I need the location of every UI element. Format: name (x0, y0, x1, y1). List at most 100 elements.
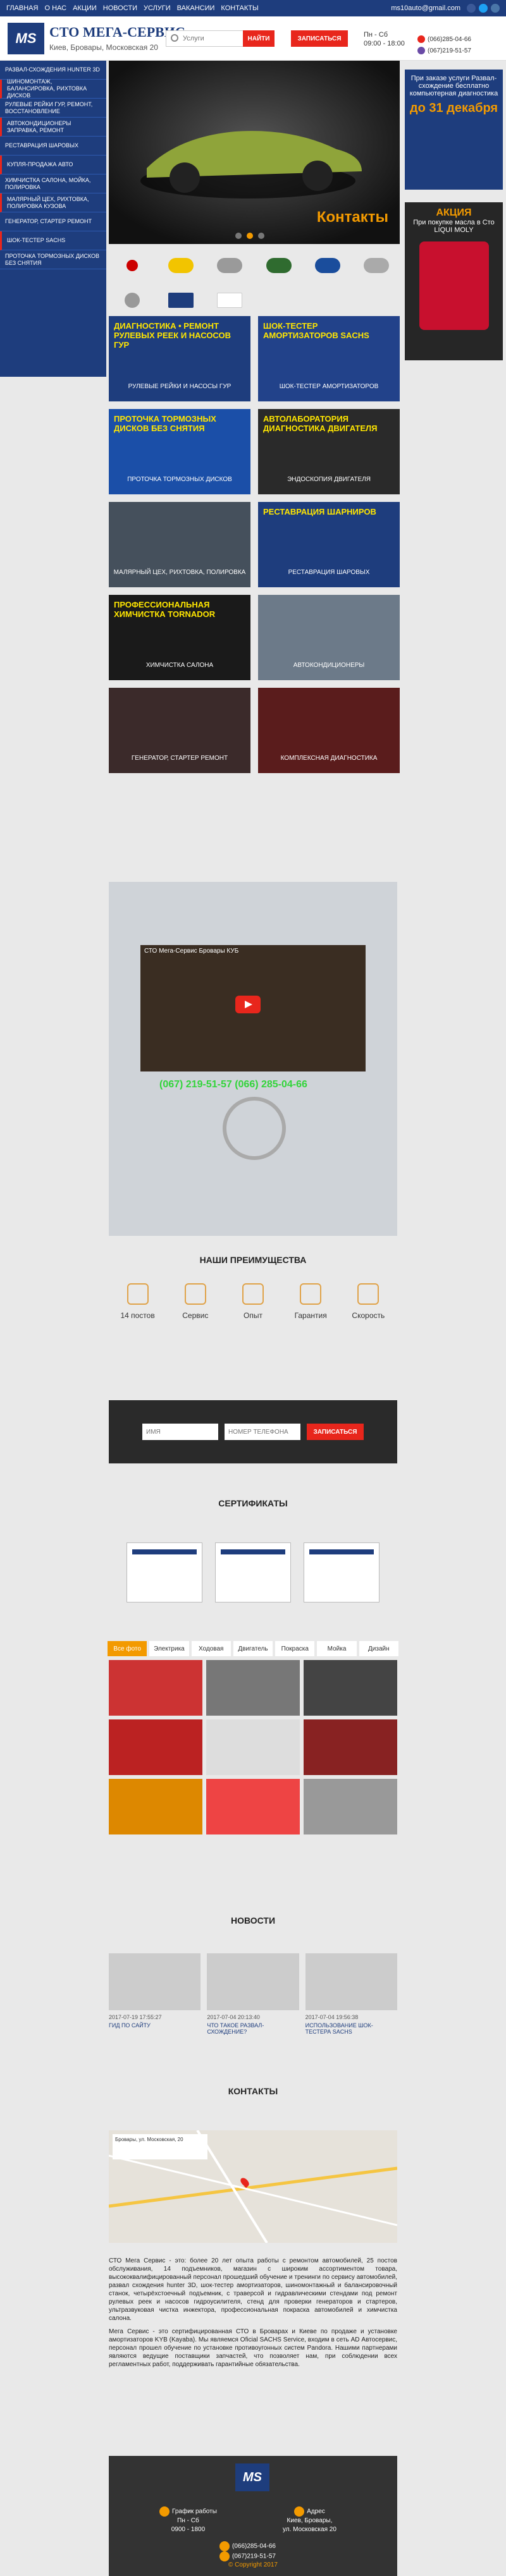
slider-dots (235, 233, 264, 239)
address-street: ул. Московская 20 (283, 2526, 336, 2533)
top-email[interactable]: ms10auto@gmail.com (391, 4, 460, 12)
gallery-tab[interactable]: Электрика (149, 1641, 189, 1656)
promo-liqui-moly[interactable]: АКЦИЯ При покупке масла в Сто LIQUI MOLY (405, 202, 503, 360)
eu-flag (168, 292, 194, 308)
ford-logo (314, 257, 340, 273)
sidebar-item[interactable]: ШОК-ТЕСТЕР SACHS (0, 231, 106, 250)
slide-title: Контакты (316, 209, 388, 226)
nav-services[interactable]: УСЛУГИ (144, 4, 171, 12)
sidebar-item[interactable]: ХИМЧИСТКА САЛОНА, МОЙКА, ПОЛИРОВКА (0, 174, 106, 193)
book-button[interactable]: ЗАПИСАТЬСЯ (291, 30, 348, 47)
phone-input[interactable] (225, 1424, 300, 1440)
news-title-link[interactable]: ЧТО ТАКОЕ РАЗВАЛ-СХОЖДЕНИЕ? (207, 2022, 299, 2035)
footer-logo[interactable]: MS (235, 2463, 269, 2491)
gallery-photo[interactable] (109, 1660, 202, 1716)
phone-2[interactable]: (067)219-51-57 (417, 47, 503, 54)
sidebar-item[interactable]: РУЛЕВЫЕ РЕЙКИ ГУР, РЕМОНТ, ВОССТАНОВЛЕНИ… (0, 99, 106, 118)
contacts-title: КОНТАКТЫ (228, 2086, 278, 2096)
gallery-tab[interactable]: Покраска (275, 1641, 315, 1656)
play-button-icon[interactable] (235, 996, 261, 1013)
services-sidebar: РАЗВАЛ-СХОЖДЕНИЯ HUNTER 3D ШИНОМОНТАЖ, БА… (0, 61, 106, 377)
facebook-icon[interactable] (467, 4, 476, 13)
slider-dot-active[interactable] (247, 233, 253, 239)
footer-schedule: График работы Пн - Сб 0900 - 1800 (159, 2506, 217, 2534)
news-item[interactable]: 2017-07-04 20:13:40 ЧТО ТАКОЕ РАЗВАЛ-СХОЖ… (207, 1953, 299, 2035)
gallery-photo[interactable] (109, 1719, 202, 1775)
service-tile[interactable]: КОМПЛЕКСНАЯ ДИАГНОСТИКА (258, 688, 400, 773)
nav-about[interactable]: О НАС (44, 4, 66, 12)
footer: MS График работы Пн - Сб 0900 - 1800 Адр… (109, 2456, 397, 2576)
gallery-photo[interactable] (109, 1779, 202, 1834)
nav-contacts[interactable]: КОНТАКТЫ (221, 4, 258, 12)
service-tile[interactable]: ШОК-ТЕСТЕР АМОРТИЗАТОРОВ SACHS ШОК-ТЕСТЕР… (258, 316, 400, 401)
news-item[interactable]: 2017-07-04 19:56:38 ИСПОЛЬЗОВАНИЕ ШОК-ТЕС… (305, 1953, 397, 2035)
logo[interactable]: MS (8, 23, 44, 54)
certificate[interactable] (126, 1542, 202, 1602)
gallery-photo[interactable] (304, 1779, 397, 1834)
service-tile[interactable]: ДИАГНОСТИКА • РЕМОНТ РУЛЕВЫХ РЕЕК И НАСО… (109, 316, 250, 401)
service-tile[interactable]: ГЕНЕРАТОР, СТАРТЕР РЕМОНТ (109, 688, 250, 773)
gallery-photo[interactable] (206, 1660, 300, 1716)
video-section: СТО Мега-Сервис Бровары КУБ (067) 219-51… (109, 882, 397, 1236)
certificate[interactable] (304, 1542, 379, 1602)
video-player[interactable]: СТО Мега-Сервис Бровары КУБ (067) 219-51… (140, 945, 366, 1090)
sidebar-item[interactable]: МАЛЯРНЫЙ ЦЕХ, РИХТОВКА, ПОЛИРОВКА КУЗОВА (0, 193, 106, 212)
header-phones: (066)285-04-66 (067)219-51-57 (417, 35, 503, 58)
sidebar-item[interactable]: РАЗВАЛ-СХОЖДЕНИЯ HUNTER 3D (0, 61, 106, 80)
service-tile[interactable]: АВТОЛАБОРАТОРИЯ ДИАГНОСТИКА ДВИГАТЕЛЯ ЭНД… (258, 409, 400, 494)
gallery-tab[interactable]: Ходовая (191, 1641, 231, 1656)
service-tile[interactable]: МАЛЯРНЫЙ ЦЕХ, РИХТОВКА, ПОЛИРОВКА (109, 502, 250, 587)
sidebar-item[interactable]: ГЕНЕРАТОР, СТАРТЕР РЕМОНТ (0, 212, 106, 231)
advantage-item: 14 постов (113, 1283, 163, 1320)
gallery-tab[interactable]: Мойка (317, 1641, 357, 1656)
news-title-link[interactable]: ГИД ПО САЙТУ (109, 2022, 201, 2029)
gallery-tab[interactable]: Все фото (108, 1641, 147, 1656)
nav-promos[interactable]: АКЦИИ (73, 4, 97, 12)
sidebar-item[interactable]: ПРОТОЧКА ТОРМОЗНЫХ ДИСКОВ БЕЗ СНЯТИЯ (0, 250, 106, 269)
gallery-photo[interactable] (304, 1660, 397, 1716)
map-card[interactable]: Бровары, ул. Московская, 20 (113, 2134, 207, 2159)
phone-1[interactable]: (066)285-04-66 (417, 35, 503, 43)
search-button[interactable]: НАЙТИ (243, 30, 275, 47)
slider-dot[interactable] (258, 233, 264, 239)
gallery-tab[interactable]: Двигатель (233, 1641, 273, 1656)
service-tile[interactable]: ПРОТОЧКА ТОРМОЗНЫХ ДИСКОВ БЕЗ СНЯТИЯ ПРОТ… (109, 409, 250, 494)
vk-icon[interactable] (491, 4, 500, 13)
car-brand-logos (108, 248, 401, 317)
twitter-icon[interactable] (479, 4, 488, 13)
news-title-link[interactable]: ИСПОЛЬЗОВАНИЕ ШОК-ТЕСТЕРА SACHS (305, 2022, 397, 2035)
sidebar-item[interactable]: РЕСТАВРАЦИЯ ШАРОВЫХ (0, 137, 106, 156)
news-image[interactable] (109, 1953, 201, 2010)
sidebar-item[interactable]: ШИНОМОНТАЖ, БАЛАНСИРОВКА, РИХТОВКА ДИСКО… (0, 78, 106, 99)
slider-dot[interactable] (235, 233, 242, 239)
footer-phone-1[interactable]: (066)285-04-66 (219, 2541, 276, 2551)
footer-phone-2[interactable]: (067)219-51-57 (219, 2551, 276, 2561)
news-image[interactable] (207, 1953, 299, 2010)
gallery-photo[interactable] (206, 1779, 300, 1834)
nav-news[interactable]: НОВОСТИ (103, 4, 137, 12)
nav-vacancies[interactable]: ВАКАНСИИ (177, 4, 215, 12)
submit-booking-button[interactable]: ЗАПИСАТЬСЯ (307, 1424, 364, 1440)
certificate[interactable] (215, 1542, 291, 1602)
service-tile[interactable]: ПРОФЕССИОНАЛЬНАЯ ХИМЧИСТКА TORNADOR ХИМЧИ… (109, 595, 250, 680)
schedule-time: 0900 - 1800 (171, 2526, 206, 2533)
news-image[interactable] (305, 1953, 397, 2010)
promo-alignment[interactable]: При заказе услуги Развал-схождение беспл… (405, 70, 503, 190)
about-text: СТО Мега Сервис - это: более 20 лет опыт… (109, 2257, 397, 2374)
promo-2-text: При покупке масла в Сто LIQUI MOLY (413, 219, 495, 234)
news-item[interactable]: 2017-07-19 17:55:27 ГИД ПО САЙТУ (109, 1953, 201, 2035)
name-input[interactable] (142, 1424, 218, 1440)
sidebar-item[interactable]: КУПЛЯ-ПРОДАЖА АВТО (0, 156, 106, 174)
hero-slider[interactable]: Контакты (109, 61, 400, 244)
tile-caption: ПРОТОЧКА ТОРМОЗНЫХ ДИСКОВ БЕЗ СНЯТИЯ (114, 414, 216, 433)
advantage-item: Гарантия (285, 1283, 336, 1320)
nav-home[interactable]: ГЛАВНАЯ (6, 4, 38, 12)
contact-map[interactable]: Бровары, ул. Московская, 20 (109, 2130, 397, 2243)
service-tile[interactable]: РЕСТАВРАЦИЯ ШАРНИРОВ РЕСТАВРАЦИЯ ШАРОВЫХ (258, 502, 400, 587)
gallery-tab[interactable]: Дизайн (359, 1641, 398, 1656)
gallery-photo[interactable] (206, 1719, 300, 1775)
video-caption: СТО Мега-Сервис Бровары КУБ (144, 948, 239, 955)
sidebar-item[interactable]: АВТОКОНДИЦИОНЕРЫ ЗАПРАВКА, РЕМОНТ (0, 118, 106, 137)
gallery-photo[interactable] (304, 1719, 397, 1775)
service-tile[interactable]: АВТОКОНДИЦИОНЕРЫ (258, 595, 400, 680)
